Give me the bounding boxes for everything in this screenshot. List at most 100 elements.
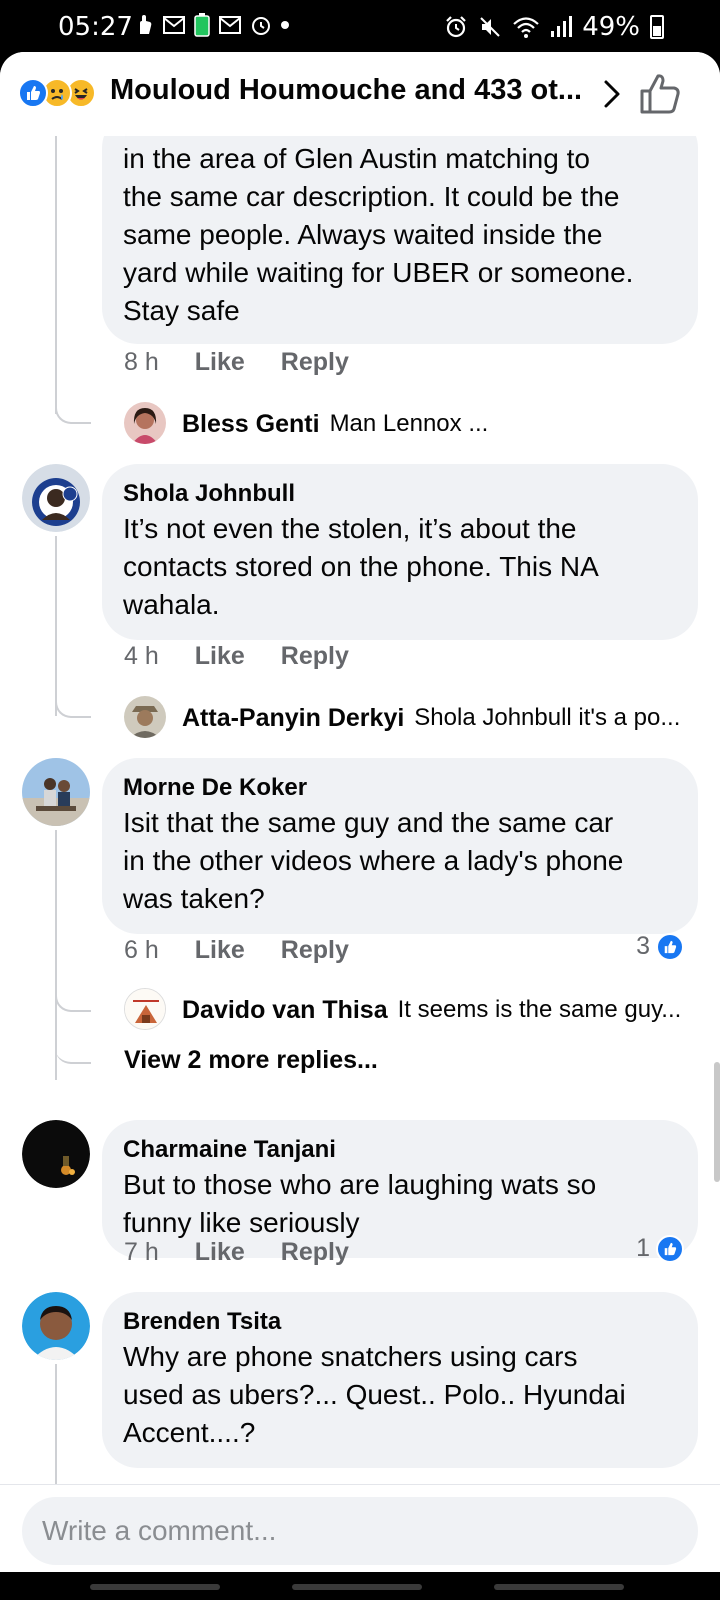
battery-saver-icon [194, 12, 210, 38]
thread-line [55, 1364, 57, 1484]
thread-hook [55, 978, 91, 1012]
thread-hook [55, 684, 91, 718]
system-nav-bar [0, 1572, 720, 1600]
reply-author[interactable]: Bless Genti [182, 410, 320, 439]
comment-time: 4 h [124, 642, 159, 670]
view-more-replies-link[interactable]: View 2 more replies... [124, 1046, 378, 1075]
thread-line [55, 136, 57, 414]
comment-input[interactable] [22, 1497, 698, 1565]
comment-line: But to those who are laughing wats so [123, 1169, 597, 1200]
reactions-summary[interactable]: Mouloud Houmouche and 433 ot... [110, 74, 580, 107]
comment-line: Why are phone snatchers using cars [123, 1341, 578, 1372]
comment-line: in the area of Glen Austin matching to [123, 143, 590, 174]
comment-bubble[interactable]: Brenden Tsita Why are phone snatchers us… [102, 1292, 698, 1468]
like-count[interactable]: 1 [636, 1234, 684, 1263]
reply-link[interactable]: Reply [281, 348, 349, 377]
comment-line: in the other videos where a lady's phone [123, 845, 624, 876]
status-time: 05:27 [58, 12, 133, 42]
gmail-icon [162, 12, 186, 38]
scrollbar[interactable] [714, 1062, 720, 1182]
comment-actions: 4 h Like Reply [124, 642, 349, 671]
comment-author[interactable]: Brenden Tsita [123, 1306, 678, 1338]
status-bar: 05:27 49% [0, 0, 720, 52]
thread-hook [55, 390, 91, 424]
comment-actions: 6 h Like Reply [124, 936, 349, 965]
alarm-clock-icon [250, 12, 272, 38]
avatar[interactable] [22, 1120, 90, 1188]
dot-icon [280, 12, 290, 38]
comment-author[interactable]: Morne De Koker [123, 772, 678, 804]
reply-preview[interactable]: Bless Genti Man Lennox ... [124, 402, 488, 446]
comments-panel: Mouloud Houmouche and 433 ot... in the a… [0, 52, 720, 1572]
like-count[interactable]: 3 [636, 932, 684, 961]
hand-icon [136, 12, 154, 38]
thread-hook [55, 1030, 91, 1064]
avatar[interactable] [124, 402, 166, 444]
comment-line: contacts stored on the phone. This NA [123, 551, 599, 582]
reply-link[interactable]: Reply [281, 936, 349, 965]
like-reaction-icon [18, 78, 48, 108]
mute-icon [478, 14, 502, 40]
comment-text: Why are phone snatchers using cars used … [123, 1338, 678, 1452]
like-reaction-icon [656, 932, 684, 961]
comment-text: It’s not even the stolen, it’s about the… [123, 510, 678, 624]
reply-snippet: Shola Johnbull it's a po... [414, 704, 681, 731]
comment-line: funny like seriously [123, 1207, 360, 1238]
system-icons: 49% [444, 12, 664, 42]
nav-home[interactable] [292, 1584, 422, 1590]
avatar[interactable] [22, 464, 90, 532]
comment-line: yard while waiting for UBER or someone. [123, 257, 634, 288]
comment-bubble[interactable]: Shola Johnbull It’s not even the stolen,… [102, 464, 698, 640]
reply-snippet: Man Lennox ... [329, 410, 489, 437]
comment-text: Isit that the same guy and the same car … [123, 804, 678, 918]
avatar[interactable] [124, 988, 166, 1030]
like-link[interactable]: Like [195, 348, 245, 377]
notification-icons [136, 12, 290, 38]
comment-author[interactable]: Charmaine Tanjani [123, 1134, 678, 1166]
reactions-header[interactable]: Mouloud Houmouche and 433 ot... [0, 52, 720, 136]
reply-link[interactable]: Reply [281, 642, 349, 671]
nav-back[interactable] [494, 1584, 624, 1590]
reply-preview[interactable]: Davido van Thisa It seems is the same gu… [124, 988, 681, 1032]
comment-time: 8 h [124, 348, 159, 376]
like-reaction-icon [656, 1234, 684, 1263]
reply-link[interactable]: Reply [281, 1238, 349, 1267]
comment-time: 7 h [124, 1238, 159, 1266]
comment-line: used as ubers?... Quest.. Polo.. Hyundai [123, 1379, 626, 1410]
comment-bubble[interactable]: Morne De Koker Isit that the same guy an… [102, 758, 698, 934]
comment-text: in the area of Glen Austin matching to t… [123, 140, 678, 330]
comment-actions: 7 h Like Reply [124, 1238, 349, 1267]
comment-actions: 8 h Like Reply [124, 348, 349, 377]
like-count-number: 3 [636, 932, 650, 960]
signal-icon [550, 14, 573, 40]
like-count-number: 1 [636, 1234, 650, 1262]
reaction-icons[interactable] [18, 78, 106, 110]
comment-line: was taken? [123, 883, 265, 914]
battery-icon [650, 15, 664, 39]
comment-line: It’s not even the stolen, it’s about the [123, 513, 577, 544]
comment-time: 6 h [124, 936, 159, 964]
chevron-right-icon[interactable] [598, 76, 626, 112]
reply-author[interactable]: Atta-Panyin Derkyi [182, 704, 404, 733]
like-link[interactable]: Like [195, 1238, 245, 1267]
comment-line: Stay safe [123, 295, 240, 326]
alarm-icon [444, 14, 468, 40]
comment-line: Accent....? [123, 1417, 256, 1448]
comment-composer [0, 1484, 720, 1572]
comment-line: wahala. [123, 589, 220, 620]
like-button-icon[interactable] [636, 72, 684, 116]
like-link[interactable]: Like [195, 936, 245, 965]
comment-bubble[interactable]: in the area of Glen Austin matching to t… [102, 112, 698, 344]
reply-snippet: It seems is the same guy... [397, 996, 682, 1023]
avatar[interactable] [22, 758, 90, 826]
nav-recents[interactable] [90, 1584, 220, 1590]
comment-line: the same car description. It could be th… [123, 181, 620, 212]
wifi-icon [512, 14, 540, 40]
reply-author[interactable]: Davido van Thisa [182, 996, 388, 1025]
reply-preview[interactable]: Atta-Panyin Derkyi Shola Johnbull it's a… [124, 696, 680, 740]
like-link[interactable]: Like [195, 642, 245, 671]
comment-line: Isit that the same guy and the same car [123, 807, 614, 838]
comment-author[interactable]: Shola Johnbull [123, 478, 678, 510]
avatar[interactable] [22, 1292, 90, 1360]
avatar[interactable] [124, 696, 166, 738]
